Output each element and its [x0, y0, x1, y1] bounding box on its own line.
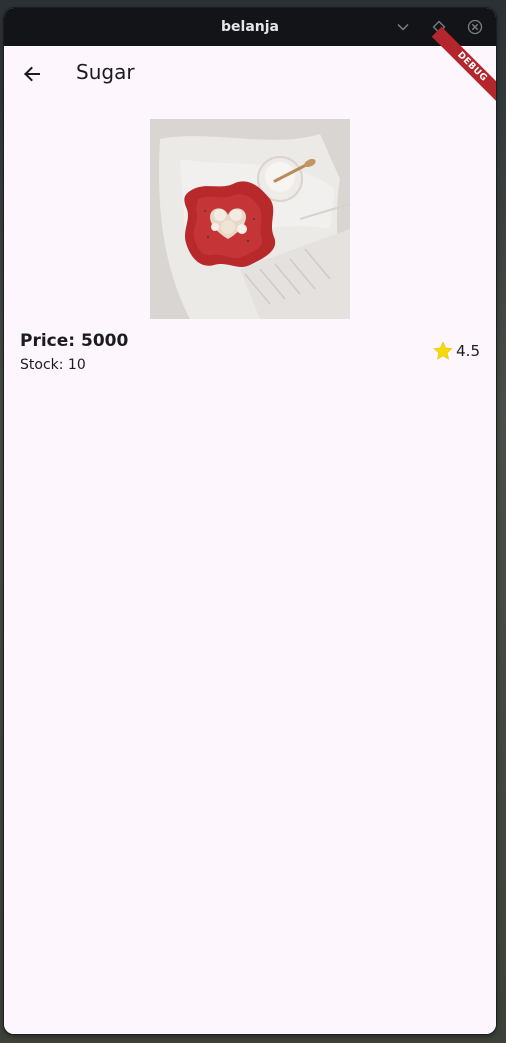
price-text: Price: 5000 — [20, 331, 129, 351]
minimize-icon[interactable] — [393, 17, 413, 37]
stock-text: Stock: 10 — [20, 357, 86, 373]
rating-value: 4.5 — [456, 342, 480, 360]
app-window: belanja Sugar DEBUG Price: 5000 Stock: 1… — [4, 8, 496, 1034]
star-icon — [433, 341, 453, 360]
back-button[interactable] — [12, 54, 52, 94]
close-icon[interactable] — [465, 17, 485, 37]
window-titlebar[interactable]: belanja — [4, 8, 496, 46]
arrow-left-icon — [24, 66, 40, 82]
rating: 4.5 — [432, 340, 480, 362]
window-title: belanja — [221, 19, 279, 35]
app-bar: Sugar DEBUG — [4, 26, 496, 108]
page-title: Sugar — [76, 60, 135, 84]
app-content: Sugar DEBUG Price: 5000 Stock: 10 4.5 — [4, 26, 496, 1034]
product-image — [150, 119, 350, 319]
product-info: Price: 5000 Stock: 10 — [20, 329, 128, 376]
